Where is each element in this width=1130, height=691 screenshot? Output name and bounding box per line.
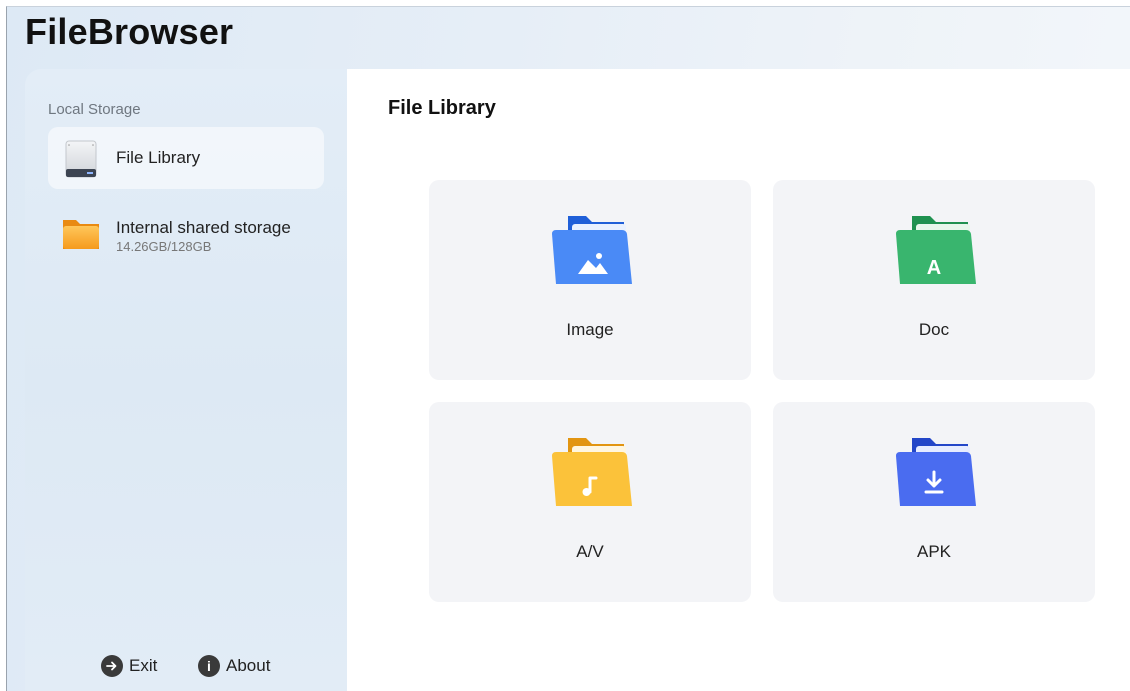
about-button[interactable]: i About (198, 654, 270, 678)
category-card-av[interactable]: A/V (429, 402, 751, 602)
exit-label: Exit (129, 656, 158, 675)
drive-icon (61, 139, 101, 179)
svg-text:A: A (927, 257, 941, 279)
category-card-apk[interactable]: APK (773, 402, 1095, 602)
category-label: Image (566, 320, 614, 339)
app-title: FileBrowser (25, 11, 234, 52)
storage-usage-text: 14.26GB/128GB (116, 239, 212, 254)
page-title: File Library (388, 97, 496, 119)
category-label: A/V (576, 542, 604, 561)
doc-folder-icon: A (892, 212, 976, 288)
image-folder-icon (548, 212, 632, 288)
app-window: FileBrowser Local Storage File Library I… (6, 6, 1130, 691)
section-label-local-storage: Local Storage (48, 101, 141, 118)
category-label: APK (916, 542, 952, 561)
sidebar-item-file-library[interactable]: File Library (48, 127, 324, 189)
sidebar-item-internal-storage[interactable]: Internal shared storage 14.26GB/128GB (48, 199, 324, 261)
exit-button[interactable]: Exit (101, 654, 157, 678)
audio-folder-icon (548, 434, 632, 510)
category-card-doc[interactable]: A Doc (773, 180, 1095, 380)
sidebar-item-label: Internal shared storage (116, 218, 291, 237)
main-content: File Library Image A Doc A/V APK (347, 69, 1130, 691)
apk-folder-icon (892, 434, 976, 510)
folder-icon (61, 213, 101, 253)
info-icon: i (198, 655, 220, 677)
category-card-image[interactable]: Image (429, 180, 751, 380)
category-label: Doc (918, 320, 950, 339)
arrow-right-icon (101, 655, 123, 677)
sidebar-item-label: File Library (116, 148, 201, 167)
sidebar: Local Storage File Library Internal shar… (25, 69, 347, 691)
about-label: About (226, 656, 271, 675)
